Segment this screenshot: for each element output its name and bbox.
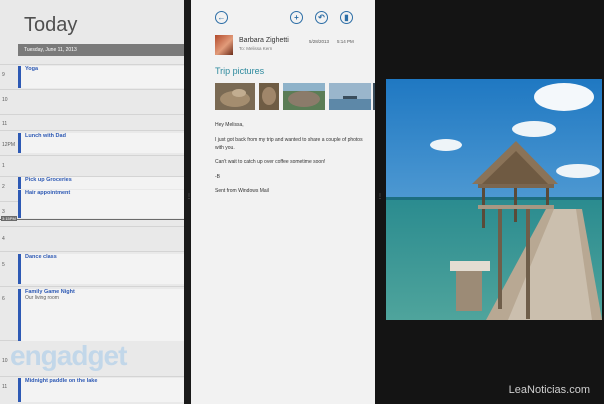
split-divider[interactable]: ⋮ bbox=[184, 0, 192, 404]
hour-divider bbox=[0, 130, 184, 131]
event-title: Hair appointment bbox=[25, 190, 71, 196]
event-item[interactable]: Pick up Groceries bbox=[18, 177, 184, 189]
mail-body-greeting: Hey Melissa, bbox=[215, 122, 244, 128]
mail-body-footer: Sent from Windows Mail bbox=[215, 188, 269, 194]
mail-pane: ← + ↶ ▮ Barbara Zighetti To: Melissa Ker… bbox=[191, 0, 375, 404]
recipient: To: Melissa Kern bbox=[239, 46, 273, 51]
sender-avatar bbox=[215, 35, 233, 55]
event-title: Yoga bbox=[25, 66, 39, 72]
hour-divider bbox=[0, 89, 184, 90]
mail-date: 5/28/2013 bbox=[309, 39, 330, 44]
hour-divider bbox=[0, 286, 184, 287]
hour-label: 11 bbox=[2, 121, 8, 127]
mail-body-signature: -B bbox=[215, 174, 220, 180]
calendar-pane: Today Tuesday, June 11, 2013 9 10 11 12P… bbox=[0, 0, 184, 404]
photo-viewer-image bbox=[386, 79, 602, 320]
hour-divider bbox=[0, 376, 184, 377]
hour-divider bbox=[0, 251, 184, 252]
add-icon[interactable]: + bbox=[290, 11, 303, 24]
split-divider[interactable]: ⋮ bbox=[375, 0, 383, 404]
event-item[interactable]: Hair appointment bbox=[18, 190, 184, 218]
current-time-line bbox=[0, 219, 184, 220]
reply-icon[interactable]: ↶ bbox=[315, 11, 328, 24]
event-title: Midnight paddle on the lake bbox=[25, 378, 98, 384]
current-time-label: 3:15PM bbox=[1, 216, 17, 221]
hour-divider bbox=[0, 114, 184, 115]
event-item[interactable]: Family Game Night Our living room bbox=[18, 289, 184, 341]
photo-thumbnail[interactable] bbox=[283, 83, 325, 110]
hour-divider bbox=[0, 226, 184, 227]
event-item[interactable]: Dance class bbox=[18, 254, 184, 284]
hour-divider bbox=[0, 64, 184, 65]
hour-label: 6 bbox=[2, 296, 5, 302]
event-title: Dance class bbox=[25, 254, 57, 260]
hour-label: 1 bbox=[2, 163, 5, 169]
delete-icon[interactable]: ▮ bbox=[340, 11, 353, 24]
photo-thumbnail[interactable] bbox=[259, 83, 279, 110]
mail-subject: Trip pictures bbox=[215, 66, 265, 76]
event-item[interactable]: Yoga bbox=[18, 66, 184, 88]
mail-time: 5:14 PM bbox=[337, 39, 354, 44]
photo-thumbnail[interactable] bbox=[329, 83, 371, 110]
event-item[interactable]: Midnight paddle on the lake bbox=[18, 378, 184, 402]
hour-label: 9 bbox=[2, 72, 5, 78]
event-title: Pick up Groceries bbox=[25, 177, 72, 183]
calendar-date: Tuesday, June 11, 2013 bbox=[18, 44, 184, 56]
hour-label: 10 bbox=[2, 97, 8, 103]
engadget-watermark: engadget bbox=[10, 340, 127, 371]
screen: Today Tuesday, June 11, 2013 9 10 11 12P… bbox=[0, 0, 604, 404]
hour-label: 12PM bbox=[2, 142, 16, 148]
hour-label: 3 bbox=[2, 209, 5, 215]
hour-label: 5 bbox=[2, 262, 5, 268]
event-title: Lunch with Dad bbox=[25, 133, 66, 139]
site-credit: LeaNoticias.com bbox=[508, 384, 590, 396]
mail-body-paragraph: I just got back from my trip and wanted … bbox=[215, 137, 363, 151]
sender-name: Barbara Zighetti bbox=[239, 37, 289, 44]
photo-thumbnail[interactable] bbox=[215, 83, 255, 110]
hour-label: 4 bbox=[2, 236, 5, 242]
splitter-grip-icon[interactable]: ⋮ bbox=[186, 194, 192, 206]
splitter-grip-icon[interactable]: ⋮ bbox=[377, 194, 383, 206]
hour-divider bbox=[0, 155, 184, 156]
mail-body-paragraph: Can't wait to catch up over coffee somet… bbox=[215, 159, 326, 165]
event-item[interactable]: Lunch with Dad bbox=[18, 133, 184, 153]
calendar-title: Today bbox=[24, 14, 78, 36]
back-arrow-icon[interactable]: ← bbox=[215, 11, 228, 24]
hour-label: 11 bbox=[2, 384, 8, 390]
hour-label: 2 bbox=[2, 184, 5, 190]
event-location: Our living room bbox=[25, 295, 59, 301]
